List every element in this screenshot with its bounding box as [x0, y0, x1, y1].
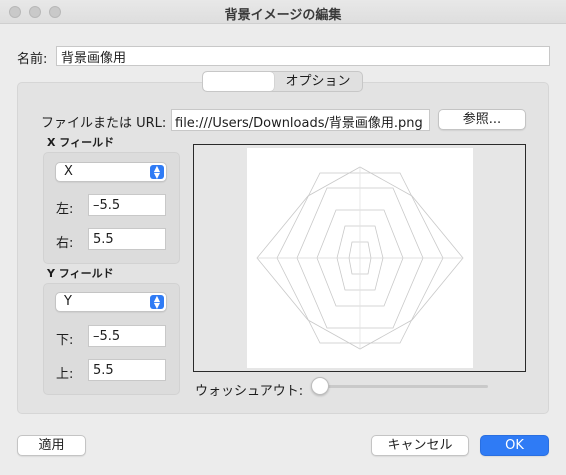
- cancel-button[interactable]: キャンセル: [371, 435, 469, 456]
- y-top-label: 上:: [56, 367, 74, 382]
- file-url-field[interactable]: file:///Users/Downloads/背景画像用.png: [171, 109, 430, 131]
- edit-background-image-dialog: 背景イメージの編集 名前: オプション ファイルまたは URL: file://…: [0, 0, 566, 475]
- x-field-select[interactable]: X ▲ ▼: [55, 162, 167, 182]
- y-top-input[interactable]: [88, 359, 166, 381]
- y-bottom-label: 下:: [56, 333, 74, 348]
- name-label: 名前:: [17, 52, 48, 67]
- y-field-selected-value: Y: [64, 294, 72, 309]
- washout-slider-knob[interactable]: [311, 377, 329, 395]
- apply-button[interactable]: 適用: [17, 435, 86, 456]
- x-left-input[interactable]: [88, 194, 166, 216]
- hexagon-grid-image: [256, 166, 464, 350]
- x-left-label: 左:: [56, 202, 74, 217]
- chevron-updown-icon: ▲ ▼: [150, 165, 164, 180]
- washout-slider-track[interactable]: [320, 385, 488, 388]
- ok-button[interactable]: OK: [480, 435, 549, 456]
- x-field-selected-value: X: [64, 164, 73, 179]
- x-right-label: 右:: [56, 236, 74, 251]
- x-right-input[interactable]: [88, 228, 166, 250]
- chevron-updown-icon: ▲ ▼: [150, 295, 164, 310]
- image-preview: [193, 144, 526, 372]
- tab-image[interactable]: [203, 72, 274, 91]
- tab-bar: オプション: [202, 71, 363, 92]
- name-field[interactable]: [56, 46, 550, 66]
- washout-label: ウォッシュアウト:: [195, 384, 304, 399]
- x-field-title: X フィールド: [47, 136, 115, 149]
- file-url-label: ファイルまたは URL:: [41, 116, 167, 131]
- title-bar: 背景イメージの編集: [0, 0, 566, 24]
- tab-options[interactable]: オプション: [274, 72, 362, 91]
- y-field-select[interactable]: Y ▲ ▼: [55, 292, 167, 312]
- browse-button[interactable]: 参照...: [438, 109, 526, 130]
- preview-image: [247, 148, 473, 368]
- y-bottom-input[interactable]: [88, 325, 166, 347]
- window-title: 背景イメージの編集: [224, 8, 342, 23]
- y-field-title: Y フィールド: [47, 267, 114, 280]
